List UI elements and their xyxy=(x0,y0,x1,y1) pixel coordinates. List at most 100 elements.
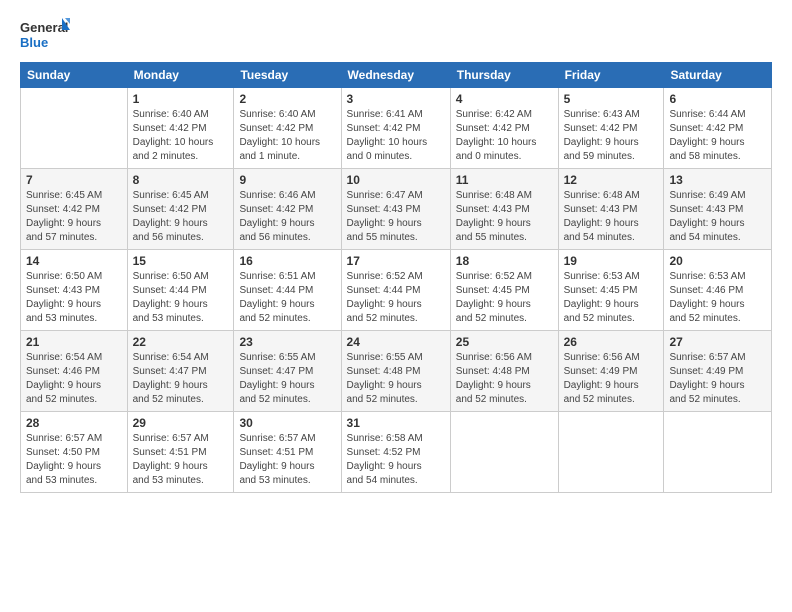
weekday-header-friday: Friday xyxy=(558,63,664,88)
svg-text:Blue: Blue xyxy=(20,35,48,50)
day-info: Sunrise: 6:55 AM Sunset: 4:48 PM Dayligh… xyxy=(347,351,445,407)
day-info: Sunrise: 6:46 AM Sunset: 4:42 PM Dayligh… xyxy=(239,189,335,245)
day-number: 7 xyxy=(26,173,122,187)
calendar-cell: 22 Sunrise: 6:54 AM Sunset: 4:47 PM Dayli… xyxy=(127,331,234,412)
day-info: Sunrise: 6:55 AM Sunset: 4:47 PM Dayligh… xyxy=(239,351,335,407)
calendar-cell: 24 Sunrise: 6:55 AM Sunset: 4:48 PM Dayli… xyxy=(341,331,450,412)
day-number: 24 xyxy=(347,335,445,349)
calendar-cell: 31 Sunrise: 6:58 AM Sunset: 4:52 PM Dayli… xyxy=(341,412,450,493)
logo-svg: GeneralBlue xyxy=(20,16,70,54)
day-number: 31 xyxy=(347,416,445,430)
logo: GeneralBlue xyxy=(20,16,70,54)
day-number: 27 xyxy=(669,335,766,349)
calendar-week-2: 7 Sunrise: 6:45 AM Sunset: 4:42 PM Daylig… xyxy=(21,169,772,250)
day-number: 21 xyxy=(26,335,122,349)
calendar-cell: 14 Sunrise: 6:50 AM Sunset: 4:43 PM Dayli… xyxy=(21,250,128,331)
calendar-cell: 16Sunrise: 6:51 AM Sunset: 4:44 PM Dayli… xyxy=(234,250,341,331)
calendar-week-5: 28 Sunrise: 6:57 AM Sunset: 4:50 PM Dayli… xyxy=(21,412,772,493)
calendar-header: SundayMondayTuesdayWednesdayThursdayFrid… xyxy=(21,63,772,88)
calendar-cell: 26 Sunrise: 6:56 AM Sunset: 4:49 PM Dayli… xyxy=(558,331,664,412)
day-info: Sunrise: 6:54 AM Sunset: 4:47 PM Dayligh… xyxy=(133,351,229,407)
weekday-header-monday: Monday xyxy=(127,63,234,88)
calendar-cell: 21 Sunrise: 6:54 AM Sunset: 4:46 PM Dayli… xyxy=(21,331,128,412)
calendar-cell: 12Sunrise: 6:48 AM Sunset: 4:43 PM Dayli… xyxy=(558,169,664,250)
calendar-cell: 11 Sunrise: 6:48 AM Sunset: 4:43 PM Dayli… xyxy=(450,169,558,250)
day-number: 10 xyxy=(347,173,445,187)
day-number: 11 xyxy=(456,173,553,187)
day-info: Sunrise: 6:53 AM Sunset: 4:46 PM Dayligh… xyxy=(669,270,766,326)
day-info: Sunrise: 6:49 AM Sunset: 4:43 PM Dayligh… xyxy=(669,189,766,245)
day-number: 3 xyxy=(347,92,445,106)
calendar-cell: 15 Sunrise: 6:50 AM Sunset: 4:44 PM Dayli… xyxy=(127,250,234,331)
calendar-cell xyxy=(664,412,772,493)
header-row: GeneralBlue xyxy=(20,16,772,54)
day-info: Sunrise: 6:52 AM Sunset: 4:45 PM Dayligh… xyxy=(456,270,553,326)
weekday-header-tuesday: Tuesday xyxy=(234,63,341,88)
day-number: 26 xyxy=(564,335,659,349)
day-number: 23 xyxy=(239,335,335,349)
day-number: 15 xyxy=(133,254,229,268)
day-number: 5 xyxy=(564,92,659,106)
weekday-header-row: SundayMondayTuesdayWednesdayThursdayFrid… xyxy=(21,63,772,88)
calendar-cell xyxy=(450,412,558,493)
day-number: 18 xyxy=(456,254,553,268)
calendar-cell: 3Sunrise: 6:41 AM Sunset: 4:42 PM Daylig… xyxy=(341,88,450,169)
day-info: Sunrise: 6:57 AM Sunset: 4:51 PM Dayligh… xyxy=(133,432,229,488)
calendar-cell xyxy=(558,412,664,493)
day-info: Sunrise: 6:52 AM Sunset: 4:44 PM Dayligh… xyxy=(347,270,445,326)
calendar-table: SundayMondayTuesdayWednesdayThursdayFrid… xyxy=(20,62,772,493)
day-number: 17 xyxy=(347,254,445,268)
day-info: Sunrise: 6:50 AM Sunset: 4:44 PM Dayligh… xyxy=(133,270,229,326)
weekday-header-thursday: Thursday xyxy=(450,63,558,88)
day-info: Sunrise: 6:56 AM Sunset: 4:48 PM Dayligh… xyxy=(456,351,553,407)
day-info: Sunrise: 6:48 AM Sunset: 4:43 PM Dayligh… xyxy=(564,189,659,245)
calendar-week-4: 21 Sunrise: 6:54 AM Sunset: 4:46 PM Dayli… xyxy=(21,331,772,412)
calendar-cell: 6 Sunrise: 6:44 AM Sunset: 4:42 PM Daylig… xyxy=(664,88,772,169)
day-info: Sunrise: 6:57 AM Sunset: 4:51 PM Dayligh… xyxy=(239,432,335,488)
calendar-cell: 7 Sunrise: 6:45 AM Sunset: 4:42 PM Daylig… xyxy=(21,169,128,250)
weekday-header-wednesday: Wednesday xyxy=(341,63,450,88)
calendar-cell: 25 Sunrise: 6:56 AM Sunset: 4:48 PM Dayli… xyxy=(450,331,558,412)
day-info: Sunrise: 6:54 AM Sunset: 4:46 PM Dayligh… xyxy=(26,351,122,407)
day-number: 19 xyxy=(564,254,659,268)
day-info: Sunrise: 6:58 AM Sunset: 4:52 PM Dayligh… xyxy=(347,432,445,488)
calendar-cell: 13 Sunrise: 6:49 AM Sunset: 4:43 PM Dayli… xyxy=(664,169,772,250)
calendar-cell: 8Sunrise: 6:45 AM Sunset: 4:42 PM Daylig… xyxy=(127,169,234,250)
calendar-cell: 19Sunrise: 6:53 AM Sunset: 4:45 PM Dayli… xyxy=(558,250,664,331)
day-info: Sunrise: 6:45 AM Sunset: 4:42 PM Dayligh… xyxy=(26,189,122,245)
day-info: Sunrise: 6:40 AM Sunset: 4:42 PM Dayligh… xyxy=(133,108,229,164)
day-number: 9 xyxy=(239,173,335,187)
day-info: Sunrise: 6:45 AM Sunset: 4:42 PM Dayligh… xyxy=(133,189,229,245)
day-info: Sunrise: 6:44 AM Sunset: 4:42 PM Dayligh… xyxy=(669,108,766,164)
day-number: 29 xyxy=(133,416,229,430)
day-info: Sunrise: 6:48 AM Sunset: 4:43 PM Dayligh… xyxy=(456,189,553,245)
day-number: 14 xyxy=(26,254,122,268)
day-number: 25 xyxy=(456,335,553,349)
calendar-cell: 17 Sunrise: 6:52 AM Sunset: 4:44 PM Dayli… xyxy=(341,250,450,331)
weekday-header-saturday: Saturday xyxy=(664,63,772,88)
day-number: 28 xyxy=(26,416,122,430)
day-number: 13 xyxy=(669,173,766,187)
calendar-cell: 28 Sunrise: 6:57 AM Sunset: 4:50 PM Dayli… xyxy=(21,412,128,493)
calendar-cell: 20 Sunrise: 6:53 AM Sunset: 4:46 PM Dayli… xyxy=(664,250,772,331)
calendar-cell: 18 Sunrise: 6:52 AM Sunset: 4:45 PM Dayli… xyxy=(450,250,558,331)
day-info: Sunrise: 6:43 AM Sunset: 4:42 PM Dayligh… xyxy=(564,108,659,164)
weekday-header-sunday: Sunday xyxy=(21,63,128,88)
calendar-week-1: 1Sunrise: 6:40 AM Sunset: 4:42 PM Daylig… xyxy=(21,88,772,169)
day-number: 20 xyxy=(669,254,766,268)
day-number: 30 xyxy=(239,416,335,430)
calendar-cell: 9 Sunrise: 6:46 AM Sunset: 4:42 PM Daylig… xyxy=(234,169,341,250)
calendar-cell: 4Sunrise: 6:42 AM Sunset: 4:42 PM Daylig… xyxy=(450,88,558,169)
day-info: Sunrise: 6:50 AM Sunset: 4:43 PM Dayligh… xyxy=(26,270,122,326)
calendar-body: 1Sunrise: 6:40 AM Sunset: 4:42 PM Daylig… xyxy=(21,88,772,493)
day-number: 6 xyxy=(669,92,766,106)
day-number: 22 xyxy=(133,335,229,349)
day-info: Sunrise: 6:56 AM Sunset: 4:49 PM Dayligh… xyxy=(564,351,659,407)
day-info: Sunrise: 6:47 AM Sunset: 4:43 PM Dayligh… xyxy=(347,189,445,245)
day-info: Sunrise: 6:57 AM Sunset: 4:49 PM Dayligh… xyxy=(669,351,766,407)
main-container: GeneralBlue SundayMondayTuesdayWednesday… xyxy=(0,0,792,503)
calendar-cell: 23 Sunrise: 6:55 AM Sunset: 4:47 PM Dayli… xyxy=(234,331,341,412)
day-info: Sunrise: 6:57 AM Sunset: 4:50 PM Dayligh… xyxy=(26,432,122,488)
calendar-cell: 29 Sunrise: 6:57 AM Sunset: 4:51 PM Dayli… xyxy=(127,412,234,493)
calendar-cell: 2Sunrise: 6:40 AM Sunset: 4:42 PM Daylig… xyxy=(234,88,341,169)
